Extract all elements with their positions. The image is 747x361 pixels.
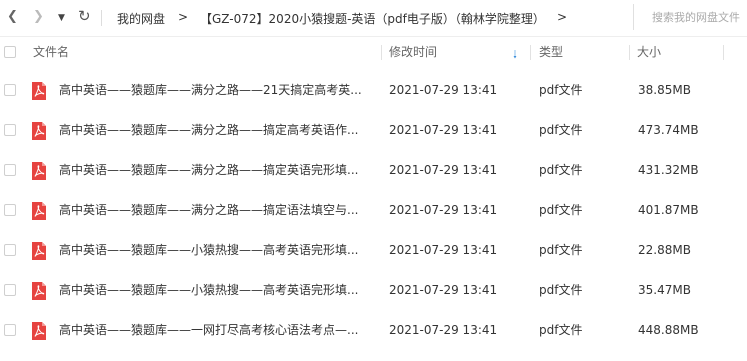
table-row[interactable]: 高中英语——猿题库——小猿热搜——高考英语完形填... 2021-07-29 13… <box>0 231 747 270</box>
file-name[interactable]: 高中英语——猿题库——满分之路——搞定高考英语作... <box>59 111 367 150</box>
table-row[interactable]: 高中英语——猿题库——满分之路——搞定高考英语作... 2021-07-29 13… <box>0 111 747 150</box>
file-name[interactable]: 高中英语——猿题库——小猿热搜——高考英语完形填... <box>59 231 367 270</box>
column-divider[interactable] <box>381 45 382 60</box>
table-row[interactable]: 高中英语——猿题库——满分之路——21天搞定高考英... 2021-07-29 1… <box>0 71 747 110</box>
column-divider[interactable] <box>530 45 531 60</box>
breadcrumb-root[interactable]: 我的网盘 <box>117 10 165 27</box>
row-checkbox[interactable] <box>4 284 16 296</box>
table-row[interactable]: 高中英语——猿题库——一网打尽高考核心语法考点—... 2021-07-29 13… <box>0 311 747 350</box>
modified-time: 2021-07-29 13:41 <box>389 203 498 217</box>
pdf-file-icon <box>32 202 46 220</box>
file-name[interactable]: 高中英语——猿题库——小猿热搜——高考英语完形填... <box>59 271 367 310</box>
toolbar-divider <box>101 10 102 26</box>
search-input[interactable] <box>634 4 747 30</box>
column-header-type[interactable]: 类型 <box>539 37 563 68</box>
sort-arrow-down-icon[interactable]: 🠓 <box>513 46 517 65</box>
column-header-modified[interactable]: 修改时间 <box>389 37 437 68</box>
pdf-file-icon <box>32 122 46 140</box>
file-type: pdf文件 <box>539 123 583 137</box>
breadcrumb-current-folder[interactable]: 【GZ-072】2020小猿搜题-英语（pdf电子版）（翰林学院整理） <box>200 10 545 27</box>
file-type: pdf文件 <box>539 323 583 337</box>
file-size: 473.74MB <box>638 123 699 137</box>
table-header: 文件名 修改时间 🠓 类型 大小 <box>0 36 747 68</box>
column-divider[interactable] <box>629 45 630 60</box>
row-checkbox[interactable] <box>4 244 16 256</box>
file-type: pdf文件 <box>539 203 583 217</box>
pdf-file-icon <box>32 162 46 180</box>
modified-time: 2021-07-29 13:41 <box>389 123 498 137</box>
pdf-file-icon <box>32 82 46 100</box>
modified-time: 2021-07-29 13:41 <box>389 283 498 297</box>
file-size: 35.47MB <box>638 283 691 297</box>
file-type: pdf文件 <box>539 283 583 297</box>
row-checkbox[interactable] <box>4 204 16 216</box>
pdf-file-icon <box>32 322 46 340</box>
column-divider[interactable] <box>723 45 724 60</box>
file-name[interactable]: 高中英语——猿题库——满分之路——21天搞定高考英... <box>59 71 367 110</box>
row-checkbox[interactable] <box>4 324 16 336</box>
file-name[interactable]: 高中英语——猿题库——满分之路——搞定英语完形填... <box>59 151 367 190</box>
breadcrumb-separator: > <box>178 10 189 24</box>
file-type: pdf文件 <box>539 163 583 177</box>
row-checkbox[interactable] <box>4 84 16 96</box>
file-size: 448.88MB <box>638 323 699 337</box>
file-size: 22.88MB <box>638 243 691 257</box>
file-type: pdf文件 <box>539 83 583 97</box>
refresh-icon[interactable]: ↻ <box>78 7 91 25</box>
file-size: 401.87MB <box>638 203 699 217</box>
table-row[interactable]: 高中英语——猿题库——小猿热搜——高考英语完形填... 2021-07-29 13… <box>0 271 747 310</box>
table-row[interactable]: 高中英语——猿题库——满分之路——搞定英语完形填... 2021-07-29 13… <box>0 151 747 190</box>
row-checkbox[interactable] <box>4 164 16 176</box>
modified-time: 2021-07-29 13:41 <box>389 323 498 337</box>
table-row[interactable]: 高中英语——猿题库——满分之路——搞定语法填空与... 2021-07-29 13… <box>0 191 747 230</box>
chevron-right-icon[interactable]: ❯ <box>33 9 44 24</box>
column-header-name[interactable]: 文件名 <box>33 37 69 68</box>
column-header-size[interactable]: 大小 <box>637 37 661 68</box>
caret-down-icon[interactable]: ▼ <box>58 13 65 23</box>
file-size: 431.32MB <box>638 163 699 177</box>
chevron-left-icon[interactable]: ❮ <box>7 9 18 24</box>
file-name[interactable]: 高中英语——猿题库——满分之路——搞定语法填空与... <box>59 191 367 230</box>
breadcrumb-separator[interactable]: > <box>557 10 567 24</box>
toolbar: ❮ ❯ ▼ ↻ 我的网盘 > 【GZ-072】2020小猿搜题-英语（pdf电子… <box>0 0 747 36</box>
pdf-file-icon <box>32 282 46 300</box>
modified-time: 2021-07-29 13:41 <box>389 243 498 257</box>
search-box <box>633 4 747 30</box>
select-all-checkbox[interactable] <box>4 46 16 58</box>
modified-time: 2021-07-29 13:41 <box>389 163 498 177</box>
modified-time: 2021-07-29 13:41 <box>389 83 498 97</box>
file-name[interactable]: 高中英语——猿题库——一网打尽高考核心语法考点—... <box>59 311 367 350</box>
file-size: 38.85MB <box>638 83 691 97</box>
pdf-file-icon <box>32 242 46 260</box>
file-type: pdf文件 <box>539 243 583 257</box>
row-checkbox[interactable] <box>4 124 16 136</box>
